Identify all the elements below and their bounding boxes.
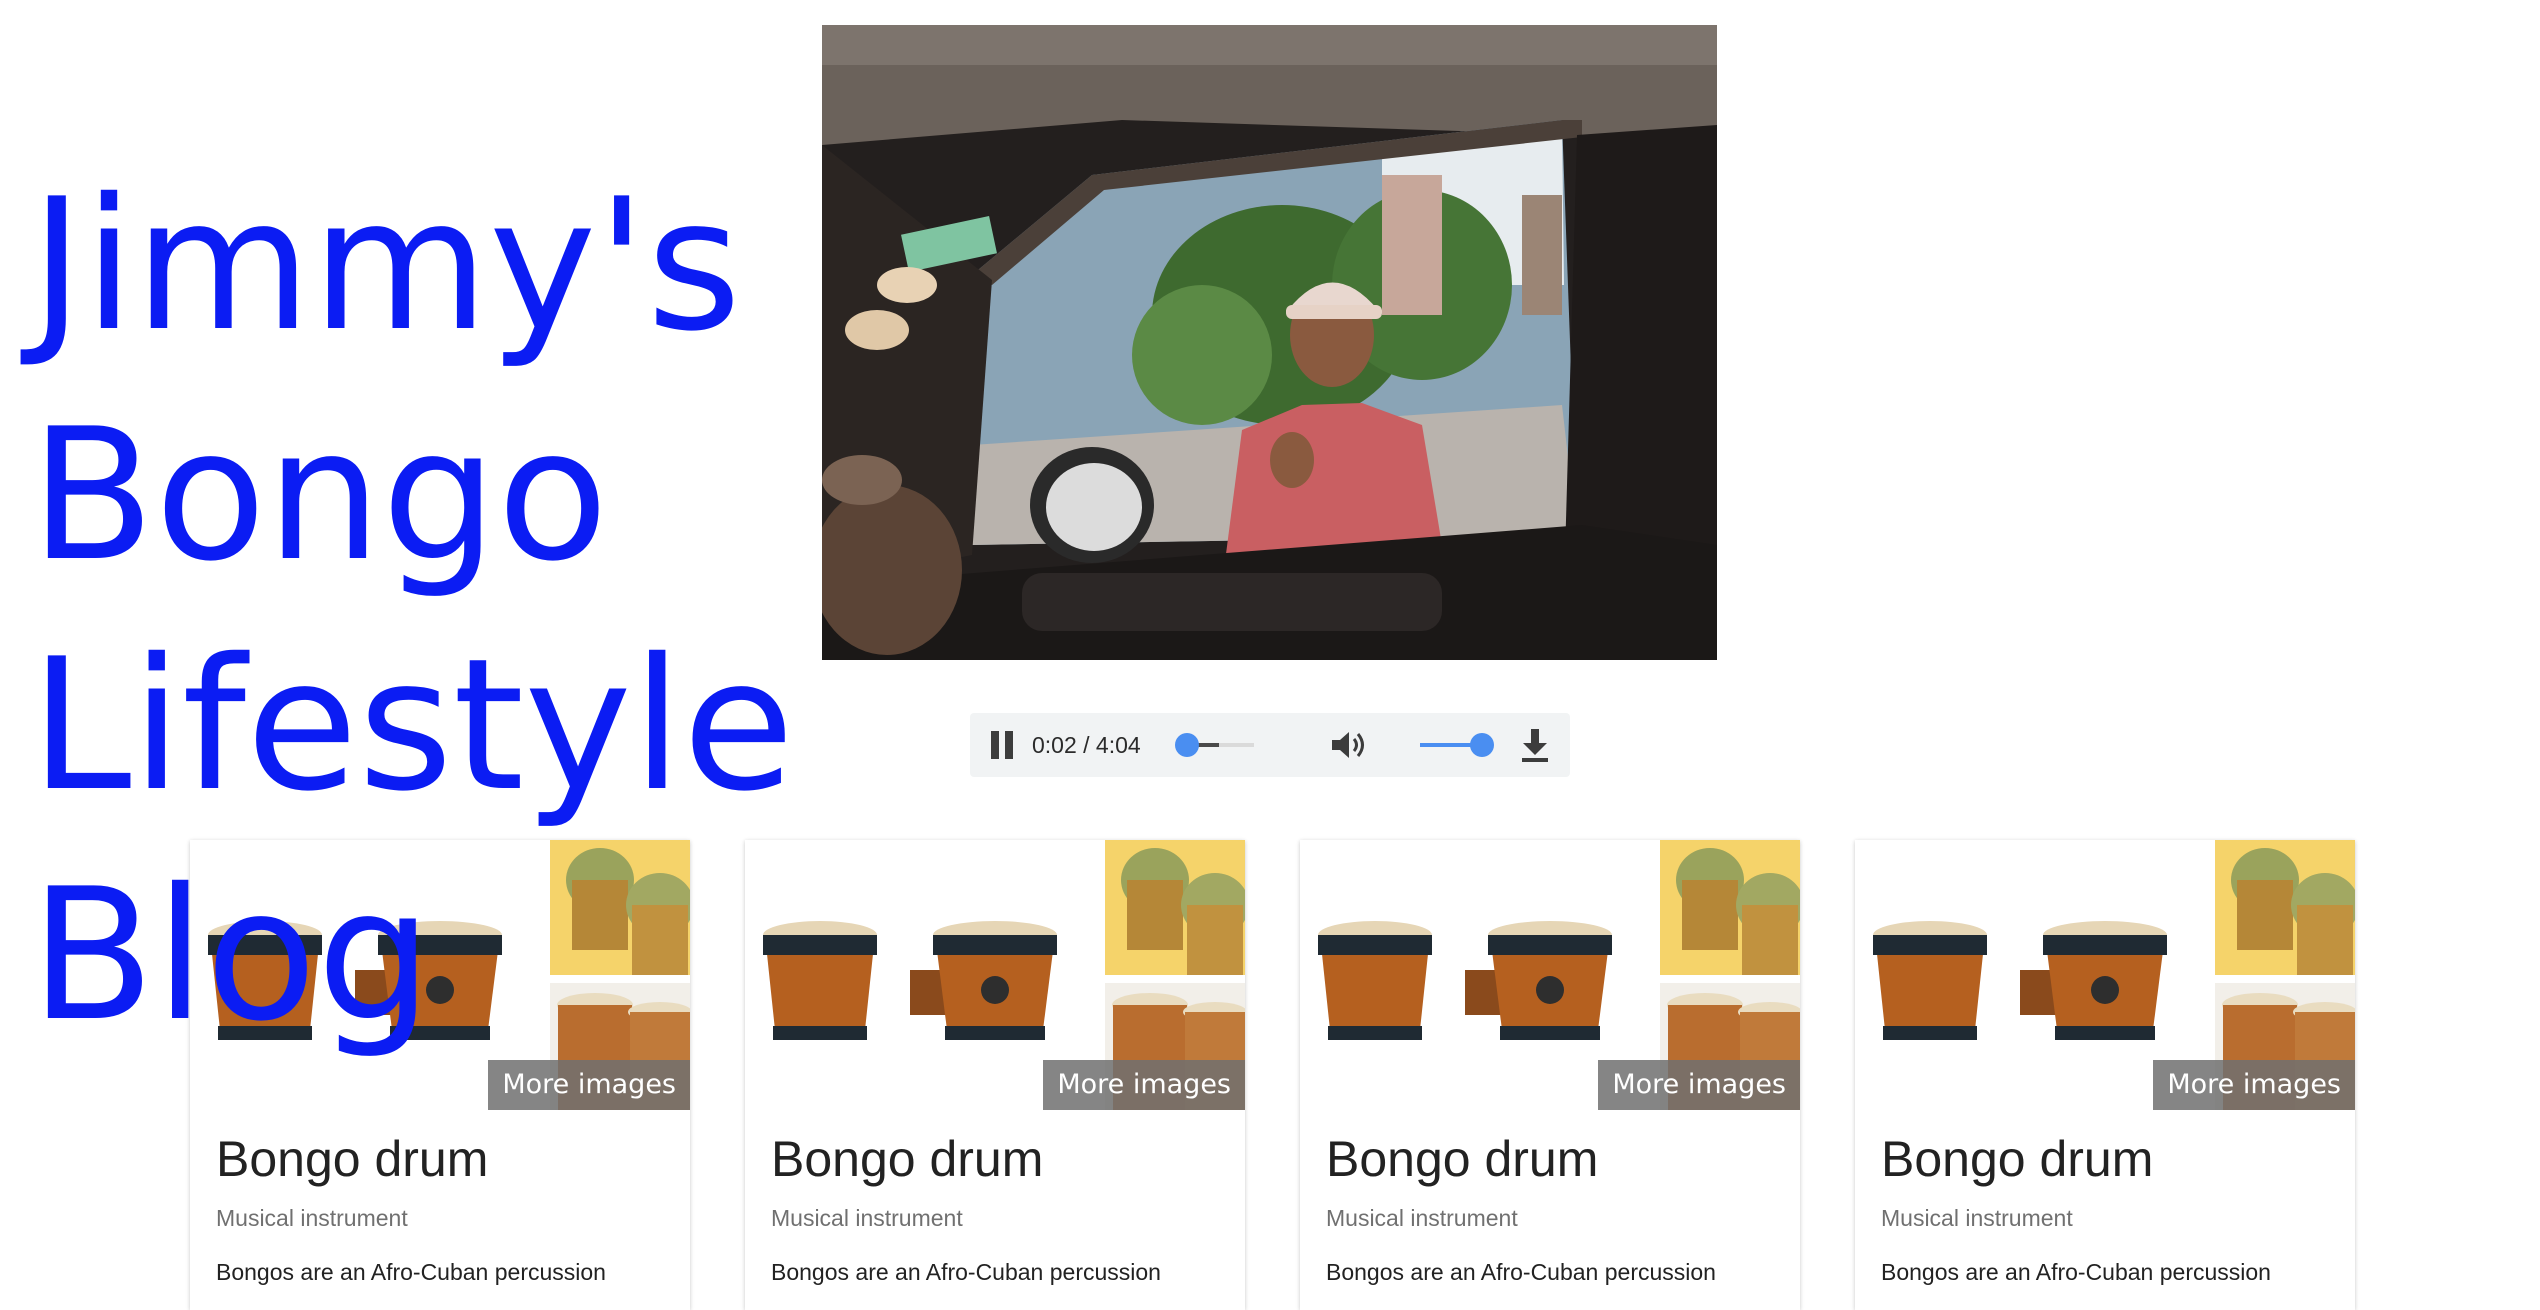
video-frame-image xyxy=(822,25,1717,660)
volume-button[interactable] xyxy=(1330,729,1370,761)
time-display: 0:02 / 4:04 xyxy=(1032,732,1141,758)
card-image-collage[interactable]: More images xyxy=(1300,840,1800,1110)
card-subtitle: Musical instrument xyxy=(771,1205,963,1231)
progress-thumb[interactable] xyxy=(1174,733,1199,757)
pause-icon xyxy=(991,731,999,759)
more-images-button[interactable]: More images xyxy=(2153,1060,2355,1110)
media-controls: 0:02 / 4:04 xyxy=(970,713,1570,777)
download-button[interactable] xyxy=(1518,727,1552,763)
card-description: Bongos are an Afro-Cuban percussion xyxy=(216,1259,606,1285)
volume-track xyxy=(1420,733,1494,757)
pause-button[interactable] xyxy=(988,731,1016,759)
knowledge-card[interactable]: More images Bongo drum Musical instrumen… xyxy=(1855,840,2355,1310)
more-images-button[interactable]: More images xyxy=(1043,1060,1245,1110)
card-subtitle: Musical instrument xyxy=(216,1205,408,1231)
card-title[interactable]: Bongo drum xyxy=(1326,1130,1598,1188)
video-player[interactable] xyxy=(822,25,1717,660)
volume-thumb[interactable] xyxy=(1470,733,1494,757)
card-description: Bongos are an Afro-Cuban percussion xyxy=(1881,1259,2271,1285)
pause-icon-bar xyxy=(1005,731,1013,759)
volume-icon xyxy=(1332,732,1364,758)
card-subtitle: Musical instrument xyxy=(1326,1205,1518,1231)
card-subtitle: Musical instrument xyxy=(1881,1205,2073,1231)
card-title[interactable]: Bongo drum xyxy=(771,1130,1043,1188)
card-image-collage[interactable]: More images xyxy=(1855,840,2355,1110)
more-images-button[interactable]: More images xyxy=(1598,1060,1800,1110)
card-description: Bongos are an Afro-Cuban percussion xyxy=(1326,1259,1716,1285)
card-title[interactable]: Bongo drum xyxy=(216,1130,488,1188)
blog-title: Jimmy's Bongo Lifestyle Blog xyxy=(30,159,795,1061)
progress-track xyxy=(1174,733,1254,757)
knowledge-card[interactable]: More images Bongo drum Musical instrumen… xyxy=(1300,840,1800,1310)
card-title[interactable]: Bongo drum xyxy=(1881,1130,2153,1188)
download-icon xyxy=(1522,729,1548,762)
card-description: Bongos are an Afro-Cuban percussion xyxy=(771,1259,1161,1285)
